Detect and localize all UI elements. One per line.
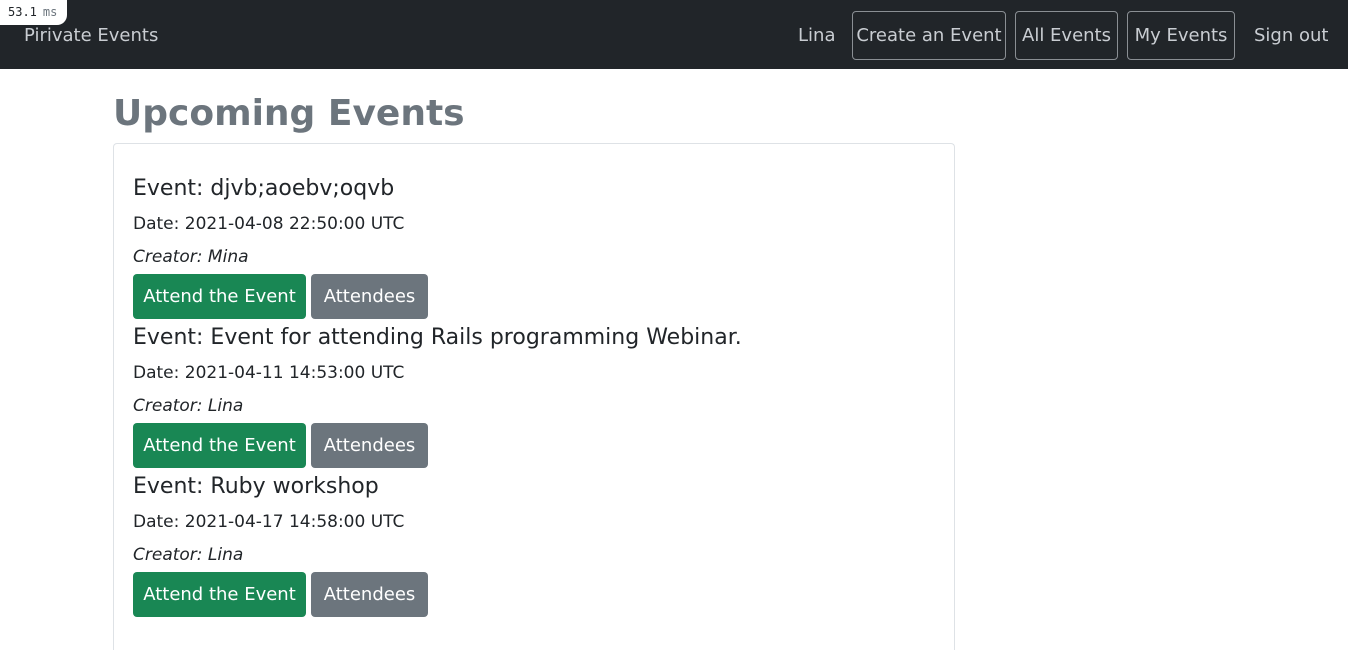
attendees-button[interactable]: Attendees [311, 572, 428, 617]
event-creator: Creator: Mina [133, 247, 249, 267]
event-creator: Creator: Lina [133, 396, 244, 416]
event-title: Event: djvb;aoebv;oqvb [133, 176, 395, 201]
event-date: Date: 2021-04-17 14:58:00 UTC [133, 512, 405, 532]
attend-event-button[interactable]: Attend the Event [133, 572, 306, 617]
all-events-button[interactable]: All Events [1015, 11, 1118, 60]
events-card: Event: djvb;aoebv;oqvb Date: 2021-04-08 … [113, 143, 955, 650]
event-creator: Creator: Lina [133, 545, 244, 565]
page-title: Upcoming Events [113, 93, 465, 134]
timer-value: 53.1 [8, 5, 37, 19]
event-title: Event: Ruby workshop [133, 474, 379, 499]
brand-link[interactable]: Pirivate Events [24, 24, 158, 48]
navbar: Pirivate Events Lina Create an Event All… [0, 0, 1348, 69]
timer-unit: ms [42, 5, 58, 19]
event-title: Event: Event for attending Rails program… [133, 325, 742, 350]
attend-event-button[interactable]: Attend the Event [133, 274, 306, 319]
render-timer-badge: 53.1 ms [0, 0, 68, 25]
attend-event-button[interactable]: Attend the Event [133, 423, 306, 468]
event-date: Date: 2021-04-08 22:50:00 UTC [133, 214, 405, 234]
nav-user-name[interactable]: Lina [798, 24, 835, 48]
my-events-button[interactable]: My Events [1127, 11, 1235, 60]
event-date: Date: 2021-04-11 14:53:00 UTC [133, 363, 405, 383]
attendees-button[interactable]: Attendees [311, 423, 428, 468]
attendees-button[interactable]: Attendees [311, 274, 428, 319]
create-event-button[interactable]: Create an Event [852, 11, 1006, 60]
sign-out-link[interactable]: Sign out [1254, 24, 1328, 48]
